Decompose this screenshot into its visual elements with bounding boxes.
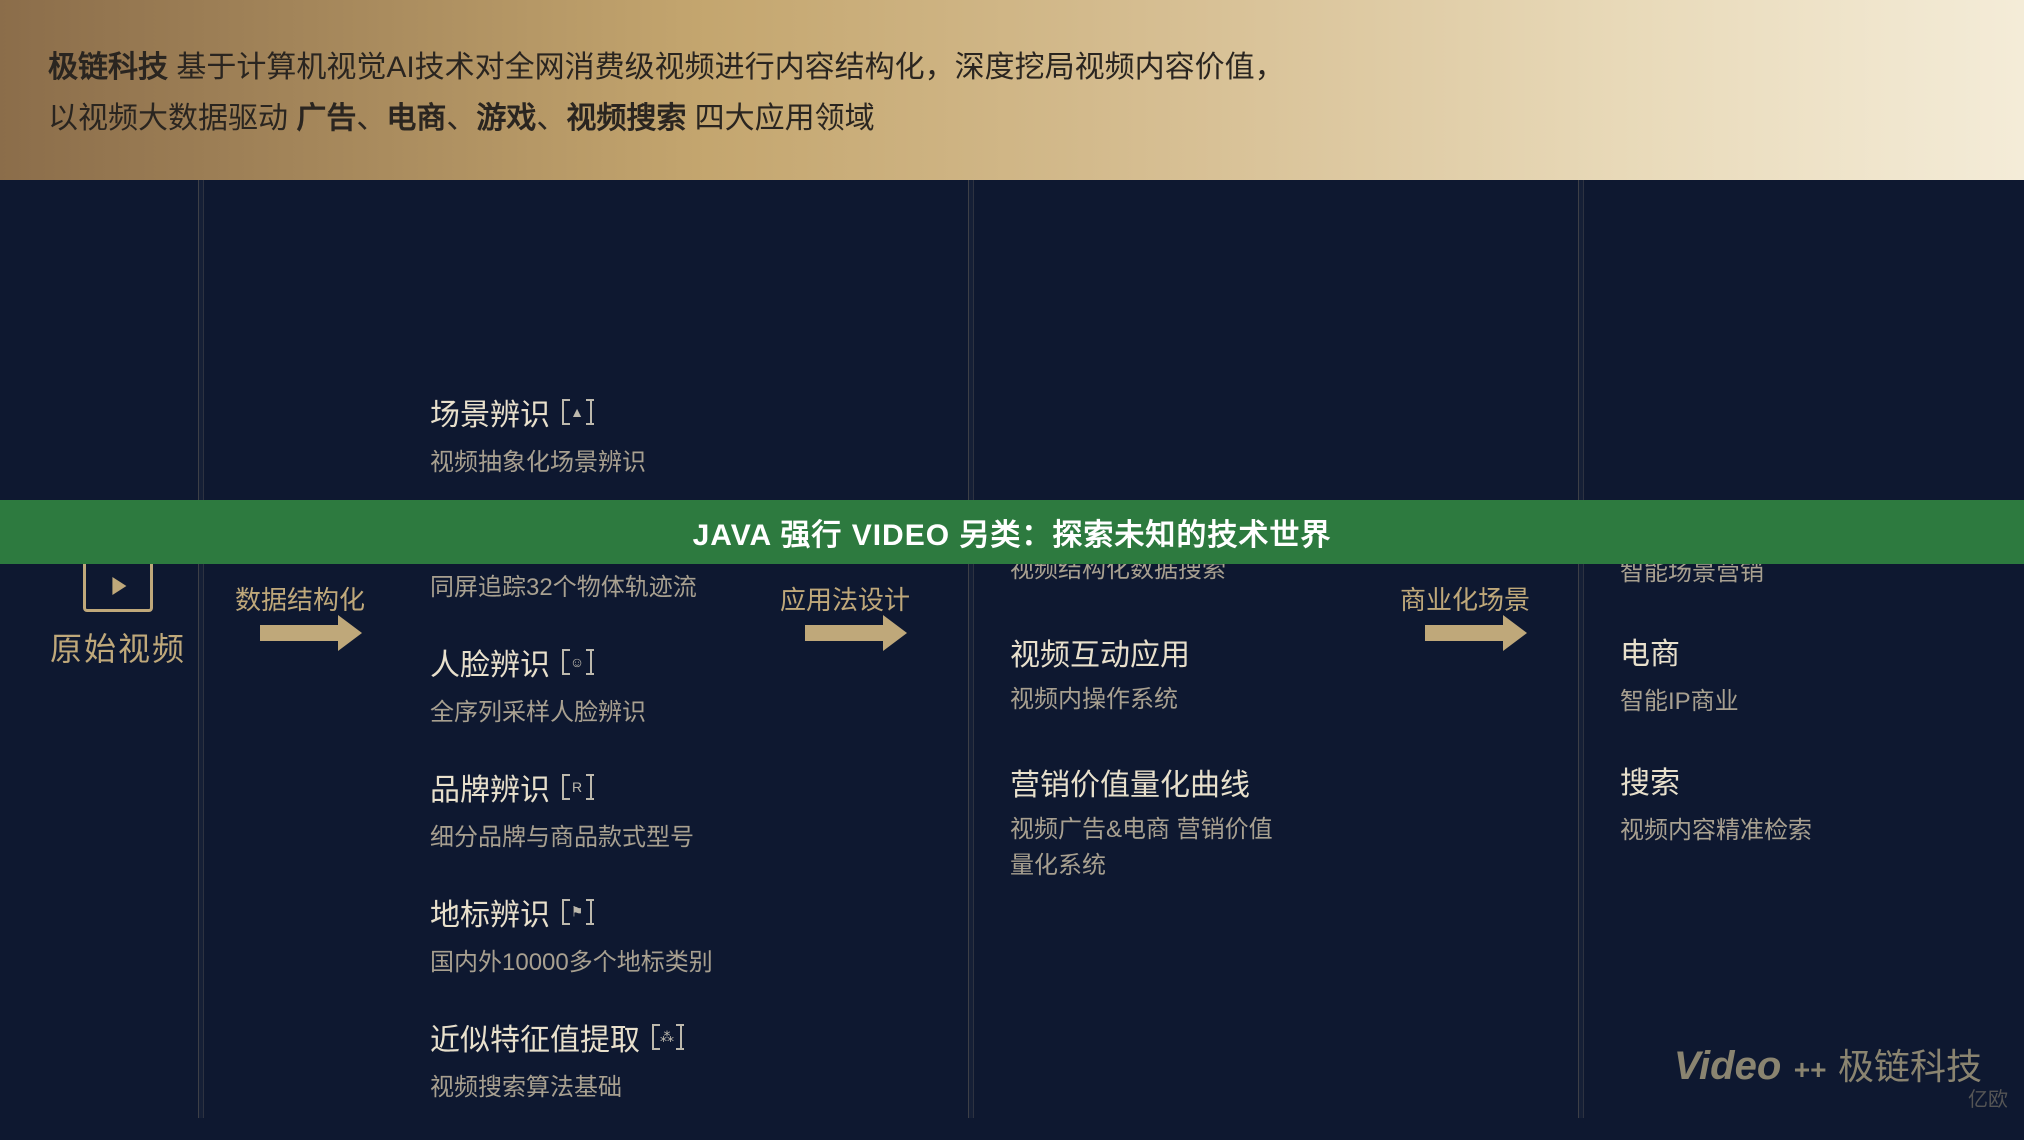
col-divider-1 [198,180,204,1118]
right-title: 电商 [1620,629,1812,673]
feature-item: 场景辨识▲ 视频抽象化场景辨识 [430,390,713,477]
arrow-2: 应用法设计 [780,580,910,641]
header-line-2: 以视频大数据驱动 广告、电商、游戏、视频搜索 四大应用领域 [48,93,1976,144]
feature-item: 近似特征值提取⁂ 视频搜索算法基础 [430,1015,713,1102]
header-line-1: 极链科技 基于计算机视觉AI技术对全网消费级视频进行内容结构化，深度挖局视频内容… [48,42,1976,93]
col-divider-2 [968,180,974,1118]
arrow-3: 商业化场景 [1400,580,1530,641]
right-desc: 视频内容精准检索 [1620,810,1812,845]
bracket-icon: ▲ [562,399,592,425]
bracket-icon: ⁂ [652,1024,682,1050]
arrow-icon [805,625,885,641]
arrow-icon [1425,625,1505,641]
overlay-banner: JAVA 强行 VIDEO 另类：探索未知的技术世界 [0,500,2024,564]
mid-title: 视频互动应用 [1010,630,1273,674]
feature-title: 品牌辨识R [430,765,713,809]
bracket-icon: ☺ [562,649,592,675]
feature-desc: 视频搜索算法基础 [430,1067,713,1102]
feature-desc: 同屏追踪32个物体轨迹流 [430,567,713,602]
watermark: 亿欧 [1968,1083,2008,1112]
mid-desc: 视频内操作系统 [1010,682,1273,718]
arrow-icon [260,625,340,641]
feature-title: 场景辨识▲ [430,390,713,434]
feature-desc: 视频抽象化场景辨识 [430,442,713,477]
origin-video: 原始视频 [50,560,186,670]
bracket-icon: R [562,774,592,800]
mid-item: 营销价值量化曲线视频广告&电商 营销价值量化系统 [1010,760,1273,884]
mid-item: 视频互动应用视频内操作系统 [1010,630,1273,718]
right-title: 搜索 [1620,758,1812,802]
feature-desc: 细分品牌与商品款式型号 [430,817,713,852]
feature-item: 人脸辨识☺ 全序列采样人脸辨识 [430,640,713,727]
mid-title: 营销价值量化曲线 [1010,760,1273,804]
arrow-1-label: 数据结构化 [235,580,365,617]
bracket-icon: ⚑ [562,899,592,925]
feature-desc: 国内外10000多个地标类别 [430,942,713,977]
right-desc: 智能IP商业 [1620,681,1812,716]
feature-item: 地标辨识⚑ 国内外10000多个地标类别 [430,890,713,977]
feature-title: 人脸辨识☺ [430,640,713,684]
video-icon [83,560,153,612]
arrow-2-label: 应用法设计 [780,580,910,617]
footer-logo: Video++ 极链科技 [1674,1038,1982,1090]
company-name: 极链科技 [48,51,168,84]
feature-item: 品牌辨识R 细分品牌与商品款式型号 [430,765,713,852]
origin-label: 原始视频 [50,624,186,670]
col-divider-3 [1578,180,1584,1118]
feature-title: 地标辨识⚑ [430,890,713,934]
overlay-banner-text: JAVA 强行 VIDEO 另类：探索未知的技术世界 [693,510,1332,554]
feature-title: 近似特征值提取⁂ [430,1015,713,1059]
header-banner: 极链科技 基于计算机视觉AI技术对全网消费级视频进行内容结构化，深度挖局视频内容… [0,0,2024,180]
mid-desc: 视频广告&电商 营销价值量化系统 [1010,812,1273,884]
diagram-area: 原始视频 数据结构化 应用法设计 商业化场景 场景辨识▲视频抽象化场景辨识物体辨… [0,180,2024,1118]
feature-desc: 全序列采样人脸辨识 [430,692,713,727]
right-item: 搜索视频内容精准检索 [1620,758,1812,845]
right-item: 电商智能IP商业 [1620,629,1812,716]
arrow-3-label: 商业化场景 [1400,580,1530,617]
arrow-1: 数据结构化 [235,580,365,641]
